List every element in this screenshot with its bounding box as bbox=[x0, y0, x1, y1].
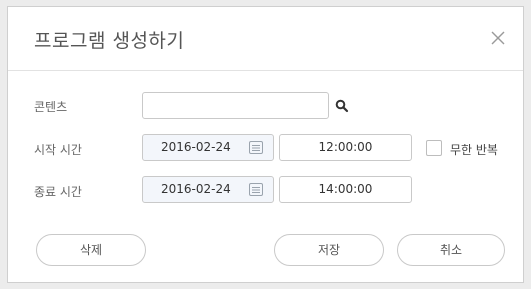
end-date-field[interactable]: 2016-02-24 bbox=[142, 176, 274, 203]
infinite-repeat-label: 무한 반복 bbox=[450, 143, 498, 157]
end-time-field[interactable]: 14:00:00 bbox=[279, 176, 412, 203]
save-button[interactable]: 저장 bbox=[274, 234, 384, 266]
infinite-repeat-checkbox[interactable] bbox=[426, 140, 442, 156]
start-date-value: 2016-02-24 bbox=[161, 140, 231, 154]
search-icon[interactable] bbox=[335, 99, 349, 113]
calendar-icon[interactable] bbox=[249, 141, 263, 154]
create-program-dialog: 프로그램 생성하기 콘텐츠 시작 시간 2016-02-24 12:00:00 … bbox=[7, 6, 524, 283]
end-date-value: 2016-02-24 bbox=[161, 182, 231, 196]
start-time-label: 시작 시간 bbox=[34, 143, 82, 157]
start-date-field[interactable]: 2016-02-24 bbox=[142, 134, 274, 161]
close-icon[interactable] bbox=[489, 29, 507, 47]
content-input-wrapper bbox=[142, 92, 329, 119]
dialog-title: 프로그램 생성하기 bbox=[34, 30, 185, 52]
end-time-value: 14:00:00 bbox=[318, 182, 373, 196]
calendar-icon[interactable] bbox=[249, 183, 263, 196]
content-label: 콘텐츠 bbox=[34, 100, 68, 114]
end-time-label: 종료 시간 bbox=[34, 185, 82, 199]
dialog-header: 프로그램 생성하기 bbox=[8, 7, 523, 71]
delete-button[interactable]: 삭제 bbox=[36, 234, 146, 266]
start-time-field[interactable]: 12:00:00 bbox=[279, 134, 412, 161]
cancel-button[interactable]: 취소 bbox=[397, 234, 505, 266]
start-time-value: 12:00:00 bbox=[318, 140, 373, 154]
content-input[interactable] bbox=[143, 93, 328, 118]
